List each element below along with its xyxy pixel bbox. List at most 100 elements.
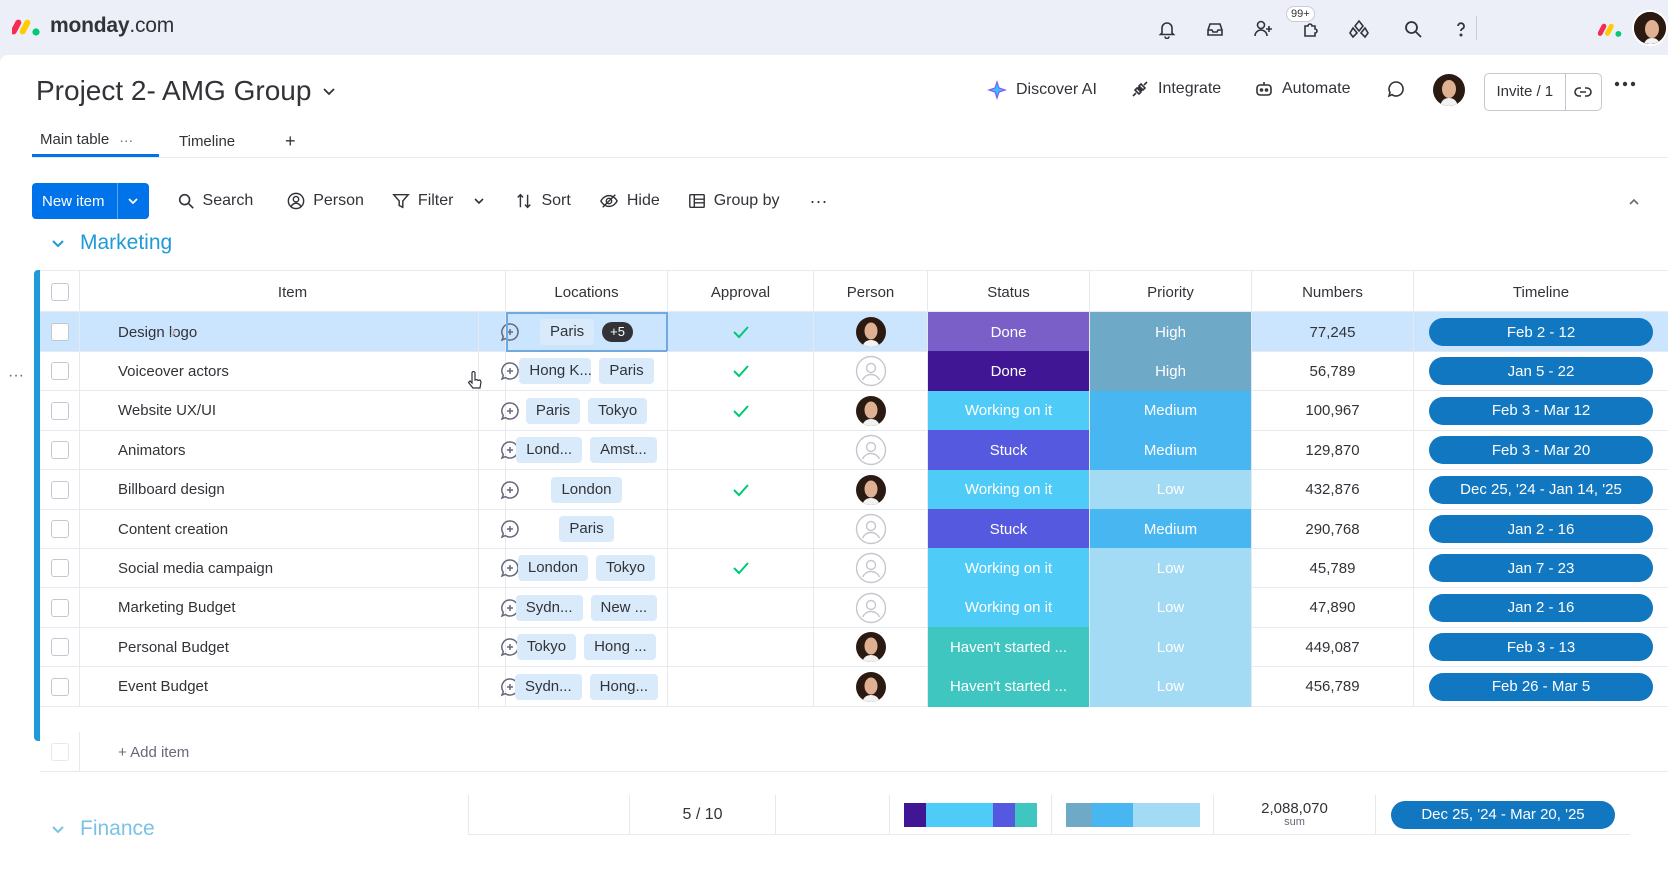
table-row[interactable]: Content creation Paris Stuck Medium 290,… bbox=[40, 509, 1668, 551]
row-checkbox[interactable] bbox=[50, 401, 69, 420]
approval-cell[interactable] bbox=[668, 312, 814, 352]
chevron-down-icon[interactable] bbox=[50, 235, 66, 251]
add-item-input[interactable]: + Add item bbox=[80, 732, 1668, 772]
locations-cell[interactable]: Lond... Amst... bbox=[506, 430, 668, 471]
discover-ai-button[interactable]: Discover AI bbox=[986, 79, 1097, 101]
filter-button[interactable]: Filter bbox=[392, 192, 486, 210]
row-checkbox[interactable] bbox=[50, 638, 69, 657]
row-select-cell[interactable] bbox=[40, 351, 80, 392]
invite-button[interactable]: Invite / 1 bbox=[1484, 73, 1602, 111]
timeline-pill[interactable]: Feb 3 - 13 bbox=[1429, 633, 1653, 662]
numbers-cell[interactable]: 290,768 bbox=[1252, 509, 1414, 549]
hide-button[interactable]: Hide bbox=[599, 192, 660, 210]
locations-cell[interactable]: Paris bbox=[506, 509, 668, 549]
numbers-cell[interactable]: 47,890 bbox=[1252, 587, 1414, 628]
locations-cell[interactable]: Hong K... Paris bbox=[506, 351, 668, 392]
chevron-down-icon[interactable] bbox=[116, 183, 149, 219]
status-cell[interactable]: Working on it bbox=[928, 548, 1090, 589]
approval-cell[interactable] bbox=[668, 587, 814, 628]
timeline-cell[interactable]: Feb 3 - Mar 12 bbox=[1414, 391, 1668, 431]
updates-button[interactable] bbox=[1386, 79, 1406, 99]
row-checkbox[interactable] bbox=[50, 677, 69, 696]
status-cell[interactable]: Stuck bbox=[928, 430, 1090, 471]
board-owner-avatar[interactable] bbox=[1432, 73, 1466, 107]
row-select-cell[interactable] bbox=[40, 430, 80, 471]
location-chip[interactable]: New ... bbox=[590, 594, 658, 621]
numbers-cell[interactable]: 456,789 bbox=[1252, 666, 1414, 707]
priority-cell[interactable]: Low bbox=[1090, 548, 1252, 589]
location-chip[interactable]: Sydn... bbox=[514, 673, 582, 700]
person-cell[interactable] bbox=[814, 627, 928, 668]
empty-person-icon[interactable] bbox=[855, 592, 887, 624]
invite-member-icon[interactable] bbox=[1248, 14, 1278, 44]
row-select-cell[interactable] bbox=[40, 469, 80, 510]
more-options-icon[interactable] bbox=[1614, 81, 1636, 87]
col-item[interactable]: Item bbox=[80, 271, 506, 313]
location-chip[interactable]: Hong... bbox=[589, 673, 659, 700]
location-chip[interactable]: Hong ... bbox=[584, 634, 657, 661]
person-avatar[interactable] bbox=[855, 671, 887, 703]
location-chip[interactable]: Paris bbox=[539, 319, 595, 345]
timeline-cell[interactable]: Jan 5 - 22 bbox=[1414, 351, 1668, 391]
marketplace-icon[interactable] bbox=[1344, 14, 1374, 44]
help-icon[interactable] bbox=[1446, 14, 1476, 44]
timeline-pill[interactable]: Jan 2 - 16 bbox=[1429, 593, 1653, 622]
locations-cell[interactable]: Sydn... Hong... bbox=[506, 666, 668, 707]
col-locations[interactable]: Locations bbox=[506, 271, 668, 313]
row-checkbox[interactable] bbox=[50, 441, 69, 460]
item-name-cell[interactable]: Personal Budget bbox=[80, 627, 519, 670]
approval-cell[interactable] bbox=[668, 469, 814, 510]
person-cell[interactable] bbox=[814, 351, 928, 392]
group-header-marketing[interactable]: Marketing bbox=[50, 231, 172, 255]
priority-cell[interactable]: Medium bbox=[1090, 390, 1252, 431]
numbers-cell[interactable]: 100,967 bbox=[1252, 390, 1414, 431]
monday-apps-icon[interactable] bbox=[1596, 14, 1626, 44]
search-icon[interactable] bbox=[1398, 14, 1428, 44]
priority-cell[interactable]: Medium bbox=[1090, 430, 1252, 471]
approval-cell[interactable] bbox=[668, 548, 814, 589]
timeline-cell[interactable]: Jan 7 - 23 bbox=[1414, 548, 1668, 588]
priority-cell[interactable]: Low bbox=[1090, 627, 1252, 668]
status-cell[interactable]: Haven't started ... bbox=[928, 666, 1090, 707]
location-chip[interactable]: London bbox=[517, 555, 588, 582]
numbers-cell[interactable]: 77,245 bbox=[1252, 312, 1414, 352]
status-cell[interactable]: Stuck bbox=[928, 509, 1090, 549]
locations-cell[interactable]: Sydn... New ... bbox=[506, 587, 668, 628]
row-select-cell[interactable] bbox=[40, 509, 80, 549]
row-checkbox[interactable] bbox=[50, 598, 69, 617]
approval-cell[interactable] bbox=[668, 390, 814, 431]
person-avatar[interactable] bbox=[855, 474, 887, 506]
location-chip[interactable]: Paris bbox=[559, 516, 614, 542]
row-checkbox[interactable] bbox=[50, 362, 69, 381]
approval-cell[interactable] bbox=[668, 509, 814, 549]
numbers-cell[interactable]: 56,789 bbox=[1252, 351, 1414, 392]
priority-cell[interactable]: Low bbox=[1090, 469, 1252, 510]
item-name[interactable]: Billboard design bbox=[118, 481, 225, 498]
numbers-cell[interactable]: 432,876 bbox=[1252, 469, 1414, 510]
item-name[interactable]: Social media campaign bbox=[118, 560, 273, 577]
location-chip[interactable]: Paris bbox=[599, 358, 654, 385]
col-timeline[interactable]: Timeline bbox=[1414, 271, 1668, 313]
col-status[interactable]: Status bbox=[928, 271, 1090, 313]
item-name[interactable]: Event Budget bbox=[118, 678, 208, 695]
location-chip[interactable]: Hong K... bbox=[519, 358, 592, 385]
board-title[interactable]: Project 2- AMG Group bbox=[36, 75, 337, 107]
monday-logo[interactable]: monday.com bbox=[12, 14, 174, 38]
status-cell[interactable]: Done bbox=[928, 351, 1090, 392]
item-name[interactable]: Content creation bbox=[118, 521, 228, 538]
empty-person-icon[interactable] bbox=[855, 355, 887, 387]
expand-chevron-icon[interactable] bbox=[168, 326, 178, 338]
tab-timeline[interactable]: Timeline bbox=[159, 125, 269, 157]
row-checkbox[interactable] bbox=[50, 520, 69, 538]
item-name[interactable]: Voiceover actors bbox=[118, 363, 229, 380]
status-cell[interactable]: Haven't started ... bbox=[928, 627, 1090, 668]
row-checkbox[interactable] bbox=[50, 323, 69, 341]
table-row[interactable]: Voiceover actors Hong K... Paris Done Hig… bbox=[40, 351, 1668, 394]
col-approval[interactable]: Approval bbox=[668, 271, 814, 313]
priority-cell[interactable]: Medium bbox=[1090, 509, 1252, 549]
new-item-button[interactable]: New item bbox=[32, 183, 149, 219]
table-row[interactable]: Personal Budget Tokyo Hong ... Haven't st… bbox=[40, 627, 1668, 670]
priority-cell[interactable]: Low bbox=[1090, 587, 1252, 628]
status-cell[interactable]: Working on it bbox=[928, 390, 1090, 431]
summary-status[interactable] bbox=[890, 795, 1052, 835]
